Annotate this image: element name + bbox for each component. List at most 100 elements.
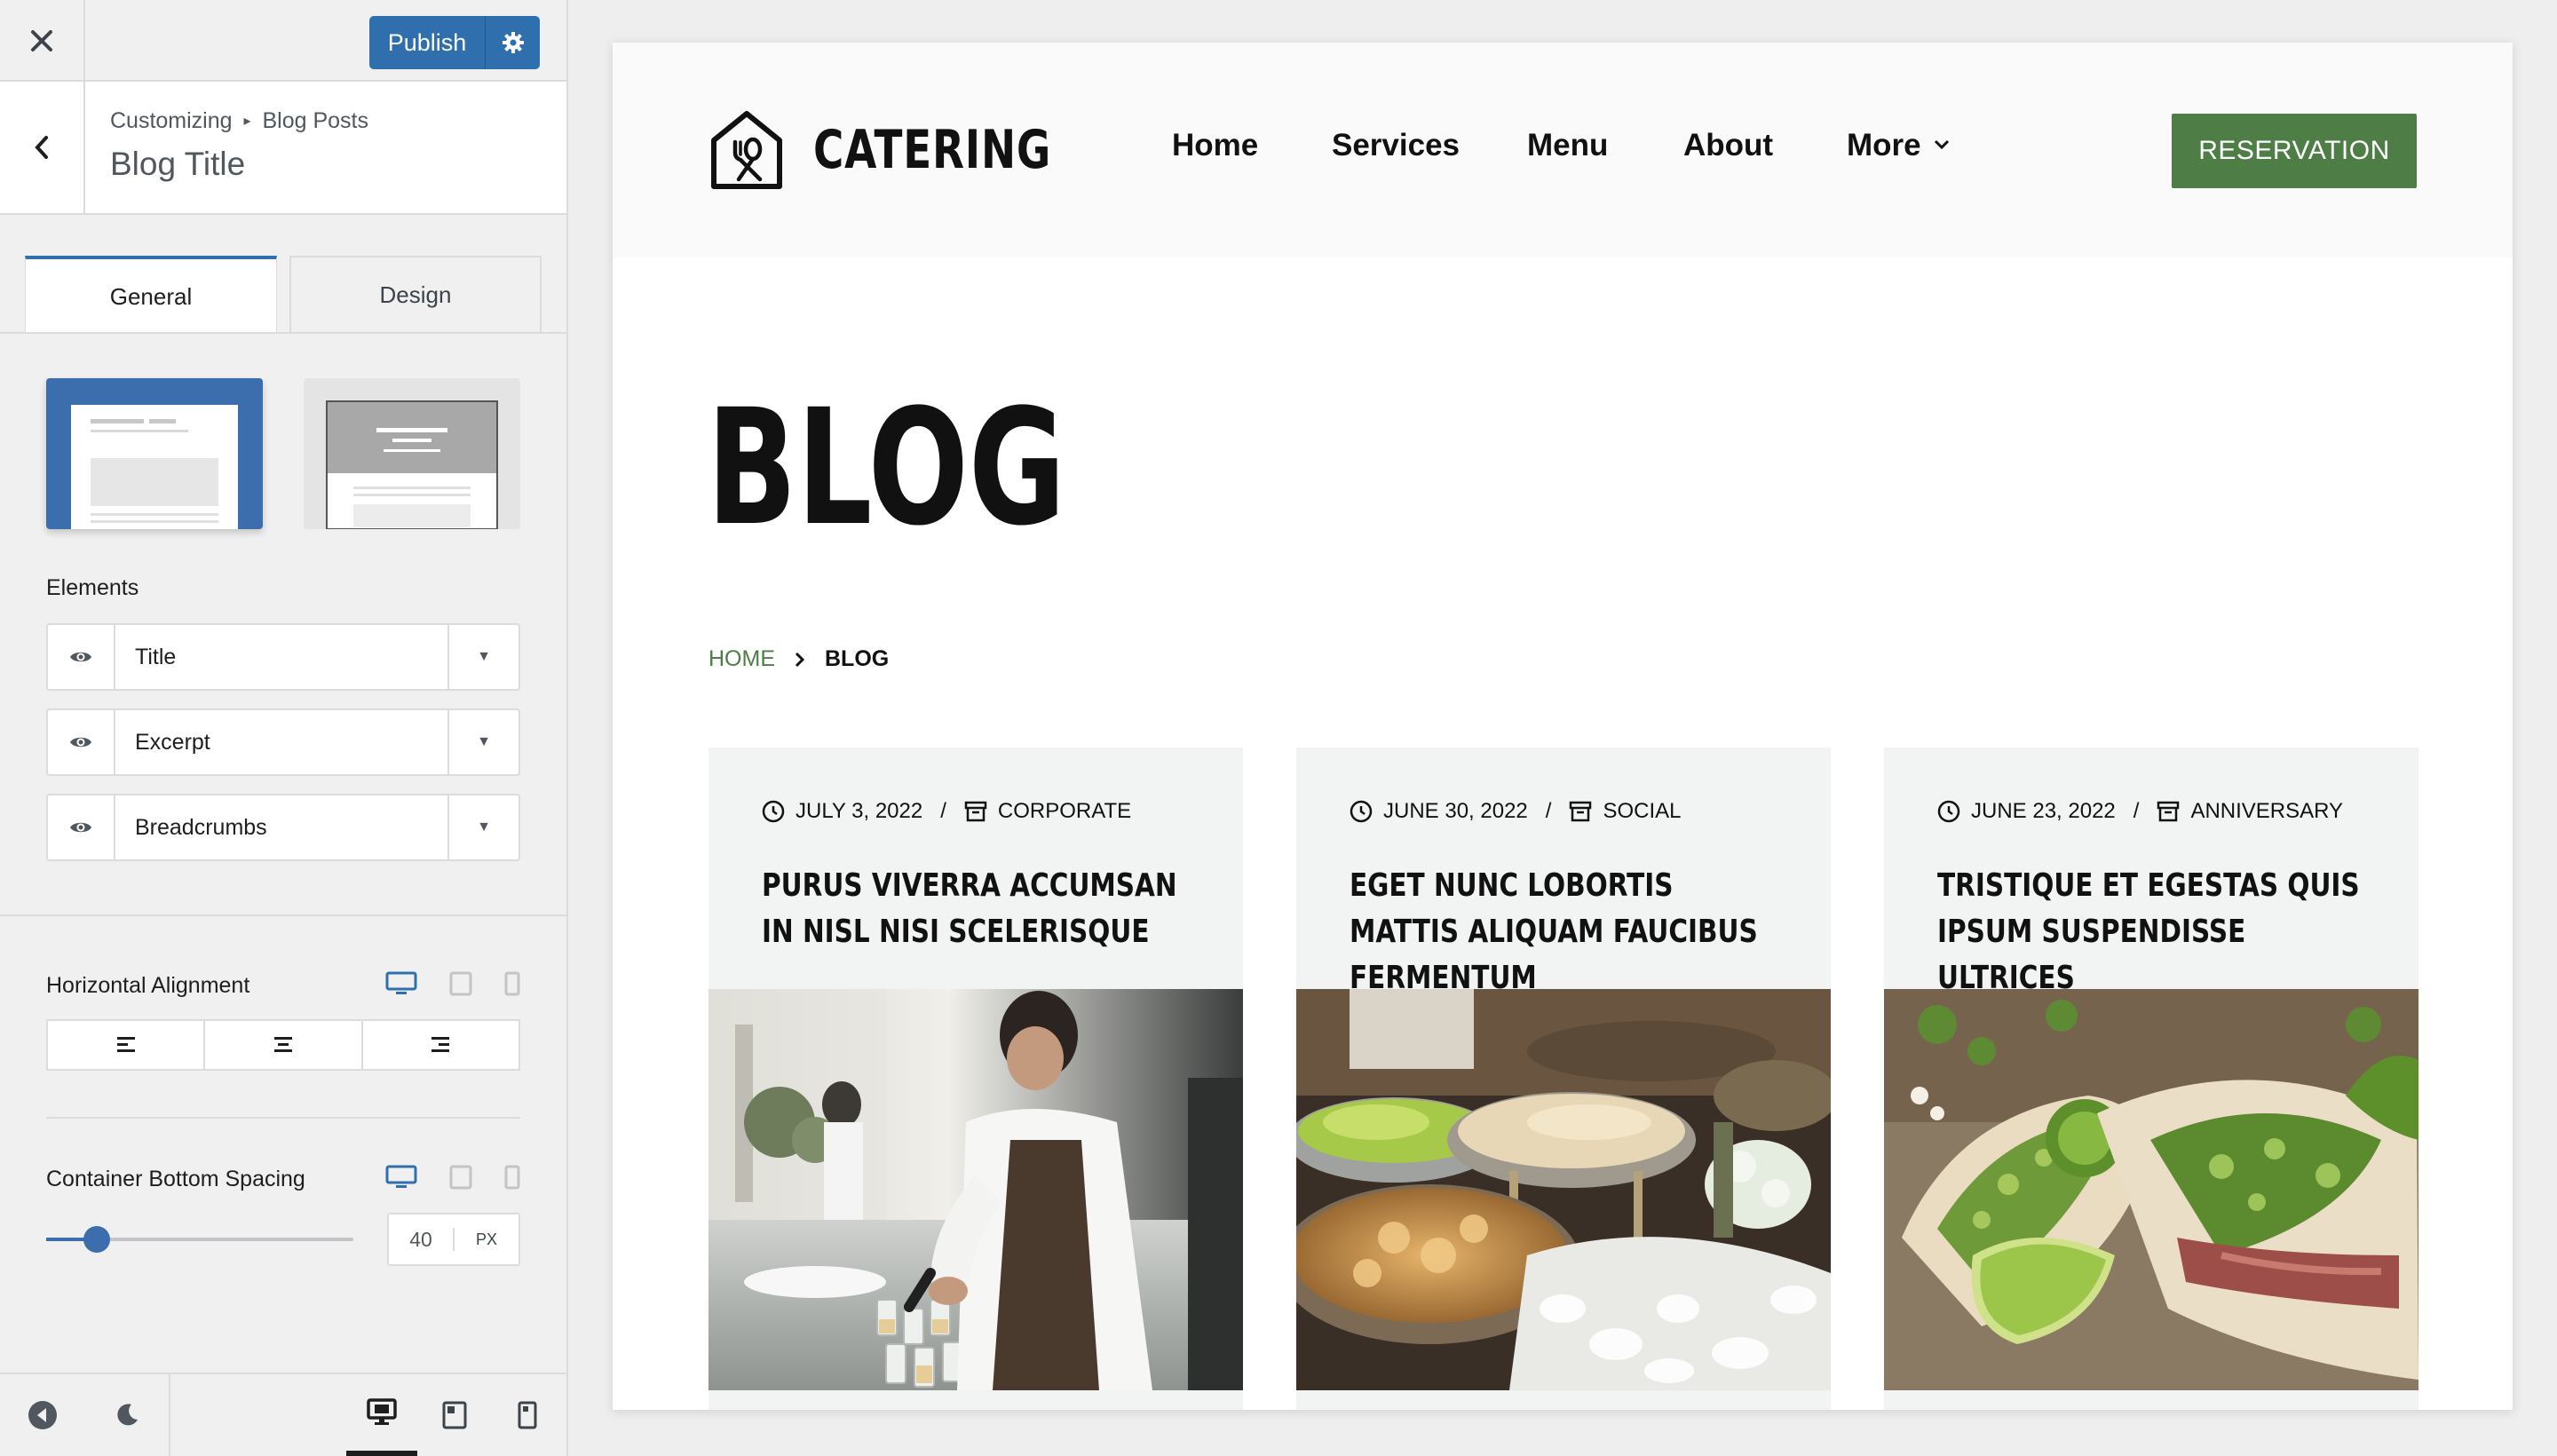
layout-option-centered[interactable]	[304, 378, 520, 529]
expand-element-button[interactable]: ▼	[447, 625, 519, 689]
section-header: Customizing ▸ Blog Posts Blog Title	[0, 82, 566, 215]
mobile-icon	[518, 1401, 537, 1429]
post-card[interactable]: JUNE 30, 2022 / SOCIAL EGET NUNC LOBORTI…	[1296, 748, 1831, 1410]
tab-general[interactable]: General	[25, 256, 277, 334]
element-row-title: Title ▼	[46, 623, 520, 691]
site-header: CATERING Home Services Menu About More R…	[613, 43, 2513, 257]
customizer-footer	[0, 1373, 566, 1456]
breadcrumb-root: Customizing	[110, 108, 233, 133]
publish-settings-button[interactable]	[485, 16, 540, 69]
desktop-icon	[367, 1398, 397, 1425]
customizer-header: Publish	[0, 0, 566, 82]
post-card[interactable]: JULY 3, 2022 / CORPORATE PURUS VIVERRA A…	[709, 748, 1243, 1410]
nav-services[interactable]: Services	[1332, 128, 1460, 163]
clock-icon	[762, 800, 785, 823]
elements-label: Elements	[46, 575, 139, 600]
chevron-right-icon	[795, 652, 805, 667]
post-meta: JUNE 30, 2022 / SOCIAL	[1350, 799, 1681, 824]
eye-icon	[70, 737, 91, 748]
breadcrumb-home-link[interactable]: HOME	[709, 646, 775, 672]
post-title[interactable]: TRISTIQUE ET EGESTAS QUIS IPSUM SUSPENDI…	[1937, 863, 2374, 1001]
preview-mobile-button[interactable]	[492, 1374, 563, 1456]
meta-separator: /	[2133, 799, 2140, 823]
archive-icon	[964, 801, 987, 822]
expand-element-button[interactable]: ▼	[447, 710, 519, 774]
gear-icon	[502, 32, 524, 53]
tablet-icon[interactable]	[449, 971, 472, 996]
site-logo[interactable]: CATERING	[709, 110, 1119, 190]
layout-option-left[interactable]	[46, 378, 263, 529]
section-divider	[0, 914, 566, 916]
dark-mode-button[interactable]	[85, 1374, 170, 1456]
breadcrumb-current: BLOG	[825, 646, 890, 671]
archive-icon	[2157, 801, 2180, 822]
house-fork-spoon-icon	[711, 111, 782, 189]
post-title[interactable]: EGET NUNC LOBORTIS MATTIS ALIQUAM FAUCIB…	[1350, 863, 1786, 1001]
clock-icon	[1350, 800, 1373, 823]
nav-more[interactable]: More	[1847, 128, 1950, 163]
desktop-icon[interactable]	[385, 1165, 417, 1190]
page-title: BLOG	[707, 376, 1066, 561]
spacing-value[interactable]: 40	[389, 1228, 455, 1251]
spacing-input[interactable]: 40 PX	[387, 1213, 520, 1266]
collapse-sidebar-button[interactable]	[0, 1374, 85, 1456]
caret-down-icon: ▼	[477, 734, 491, 749]
post-category-link[interactable]: ANNIVERSARY	[2190, 799, 2343, 824]
caret-down-icon: ▼	[477, 819, 491, 835]
desktop-icon[interactable]	[385, 971, 417, 996]
eye-icon	[70, 652, 91, 662]
layout-left-icon	[71, 405, 238, 529]
post-meta: JUNE 23, 2022 / ANNIVERSARY	[1937, 799, 2343, 824]
visibility-toggle[interactable]	[48, 795, 115, 859]
breadcrumb-separator: ▸	[243, 114, 251, 129]
post-category-link[interactable]: SOCIAL	[1603, 799, 1681, 824]
tabs-divider	[0, 332, 566, 334]
horizontal-alignment-control	[46, 1019, 520, 1071]
preview-desktop-button[interactable]	[346, 1374, 417, 1456]
post-image-waiter-pouring[interactable]	[709, 989, 1243, 1390]
align-right-icon	[431, 1037, 450, 1052]
align-left-icon	[116, 1037, 135, 1052]
align-right-button[interactable]	[363, 1021, 519, 1069]
tablet-icon[interactable]	[449, 1165, 472, 1190]
post-image-tacos[interactable]	[1884, 989, 2418, 1390]
clock-icon	[1937, 800, 1960, 823]
align-center-button[interactable]	[205, 1021, 363, 1069]
breadcrumb: Customizing ▸ Blog Posts	[110, 108, 368, 134]
post-card[interactable]: JUNE 23, 2022 / ANNIVERSARY TRISTIQUE ET…	[1884, 748, 2418, 1410]
moon-icon	[117, 1404, 138, 1426]
align-left-button[interactable]	[48, 1021, 206, 1069]
close-customizer-button[interactable]	[0, 0, 85, 82]
slider-handle[interactable]	[83, 1226, 110, 1253]
post-meta: JULY 3, 2022 / CORPORATE	[762, 799, 1131, 824]
element-row-excerpt: Excerpt ▼	[46, 708, 520, 776]
alignment-device-switcher	[385, 971, 520, 996]
element-row-breadcrumbs: Breadcrumbs ▼	[46, 794, 520, 861]
tablet-icon	[442, 1401, 467, 1429]
post-title[interactable]: PURUS VIVERRA ACCUMSAN IN NISL NISI SCEL…	[762, 863, 1199, 955]
back-button[interactable]	[0, 82, 85, 213]
breadcrumb-section: Blog Posts	[262, 108, 369, 133]
nav-about[interactable]: About	[1683, 128, 1773, 163]
expand-element-button[interactable]: ▼	[447, 795, 519, 859]
nav-menu[interactable]: Menu	[1527, 128, 1608, 163]
tab-design[interactable]: Design	[289, 256, 542, 334]
element-label: Breadcrumbs	[135, 815, 267, 840]
customizer-sidebar: Publish Customizing ▸ Blog Posts Blog Ti…	[0, 0, 568, 1456]
archive-icon	[1570, 801, 1592, 822]
reservation-button[interactable]: RESERVATION	[2172, 114, 2417, 188]
mobile-icon[interactable]	[504, 1165, 520, 1190]
preview-tablet-button[interactable]	[419, 1374, 490, 1456]
spacing-slider[interactable]	[46, 1226, 353, 1253]
visibility-toggle[interactable]	[48, 710, 115, 774]
control-divider	[46, 1117, 520, 1119]
post-category-link[interactable]: CORPORATE	[998, 799, 1131, 824]
visibility-toggle[interactable]	[48, 625, 115, 689]
spacing-unit[interactable]: PX	[455, 1230, 519, 1249]
post-image-buffet[interactable]	[1296, 989, 1831, 1390]
nav-home[interactable]: Home	[1172, 128, 1258, 163]
post-date: JUNE 30, 2022	[1383, 799, 1528, 823]
mobile-icon[interactable]	[504, 971, 520, 996]
publish-button[interactable]: Publish	[369, 16, 540, 69]
nav-more-label: More	[1847, 128, 1921, 162]
